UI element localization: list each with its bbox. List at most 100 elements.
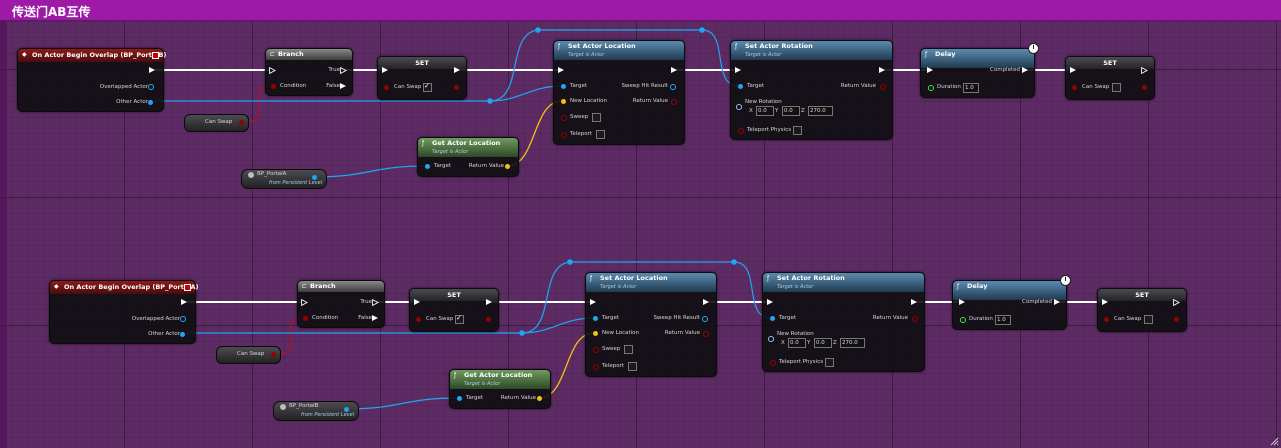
delay-completed-pin[interactable]	[1054, 299, 1060, 305]
new-location-pin[interactable]	[593, 331, 598, 336]
sar-exec-in[interactable]	[767, 299, 773, 305]
sweep-pin[interactable]	[561, 115, 567, 121]
sal-target-pin[interactable]	[593, 316, 598, 321]
event-exec-out[interactable]	[181, 299, 187, 305]
set-node-1-b[interactable]: SET Can Swap	[1065, 56, 1155, 100]
set-node-2-b[interactable]: SET Can Swap	[1097, 288, 1187, 332]
sar-exec-out[interactable]	[879, 67, 885, 73]
gal-target-pin[interactable]	[457, 396, 462, 401]
branch-exec-in[interactable]	[269, 67, 276, 74]
branch-node-2[interactable]: ⊏ Branch True Condition False	[297, 280, 385, 328]
sal-exec-in[interactable]	[590, 299, 596, 305]
sweep-hit-result-pin[interactable]	[702, 316, 708, 322]
set-node-1-a[interactable]: SET Can Swap	[377, 56, 467, 100]
portal-reference-pin[interactable]	[312, 175, 317, 180]
new-rotation-pin[interactable]	[768, 336, 774, 342]
duration-pin[interactable]	[928, 85, 934, 91]
branch-false-pin[interactable]	[340, 83, 346, 89]
other-actor-pin[interactable]	[180, 332, 185, 337]
gal-return-value-pin[interactable]	[505, 164, 510, 169]
set-actor-location-node-1[interactable]: ƒ Set Actor Location Target is Actor Target…	[553, 40, 685, 145]
branch-true-pin[interactable]	[340, 67, 347, 74]
can-swap-out-pin[interactable]	[1174, 317, 1179, 322]
event-exec-out[interactable]	[149, 67, 155, 73]
set-actor-location-node-2[interactable]: ƒ Set Actor Location Target is Actor Target…	[585, 272, 717, 377]
sal-return-value-pin[interactable]	[703, 331, 709, 337]
set-actor-rotation-node-2[interactable]: ƒ Set Actor Rotation Target is Actor Target…	[762, 272, 925, 372]
sal-return-value-pin[interactable]	[671, 99, 677, 105]
get-actor-location-node-1[interactable]: ƒ Get Actor Location Target is Actor Target…	[417, 137, 519, 177]
teleport-physics-pin[interactable]	[738, 128, 744, 134]
can-swap-out-pin[interactable]	[1142, 85, 1147, 90]
delay-exec-in[interactable]	[959, 299, 965, 305]
sar-return-value-pin[interactable]	[880, 84, 886, 90]
sweep-checkbox[interactable]	[624, 345, 633, 354]
set-exec-in[interactable]	[382, 67, 388, 73]
event-node-1[interactable]: ◆ On Actor Begin Overlap (BP_PortalB) Over…	[17, 48, 166, 112]
can-swap-out-pin[interactable]	[454, 85, 459, 90]
teleport-pin[interactable]	[561, 132, 567, 138]
can-swap-checkbox[interactable]	[1144, 315, 1153, 324]
branch-exec-in[interactable]	[301, 299, 308, 306]
teleport-physics-checkbox[interactable]	[793, 126, 802, 135]
branch-true-pin[interactable]	[372, 299, 379, 306]
event-node-2[interactable]: ◆ On Actor Begin Overlap (BP_PortalA) Over…	[49, 280, 198, 344]
duration-field[interactable]: 1.0	[995, 315, 1011, 325]
teleport-checkbox[interactable]	[628, 362, 637, 371]
teleport-physics-checkbox[interactable]	[825, 358, 834, 367]
overlapped-actor-pin[interactable]	[148, 84, 154, 90]
rotation-x-field[interactable]: 0.0	[788, 338, 806, 348]
sar-target-pin[interactable]	[770, 316, 775, 321]
set-exec-out[interactable]	[1141, 67, 1148, 74]
other-actor-pin[interactable]	[148, 100, 153, 105]
sweep-checkbox[interactable]	[592, 113, 601, 122]
gal-target-pin[interactable]	[425, 164, 430, 169]
can-swap-getter-pin[interactable]	[239, 120, 244, 125]
can-swap-checkbox[interactable]	[1112, 83, 1121, 92]
get-actor-location-node-2[interactable]: ƒ Get Actor Location Target is Actor Target…	[449, 369, 551, 409]
branch-false-pin[interactable]	[372, 315, 378, 321]
rotation-z-field[interactable]: 270.0	[840, 338, 865, 348]
rotation-y-field[interactable]: 0.0	[782, 106, 800, 116]
can-swap-out-pin[interactable]	[486, 317, 491, 322]
delegate-pin[interactable]	[152, 52, 159, 59]
sar-target-pin[interactable]	[738, 84, 743, 89]
set-node-2-a[interactable]: SET Can Swap	[409, 288, 499, 332]
sar-exec-in[interactable]	[735, 67, 741, 73]
rotation-x-field[interactable]: 0.0	[756, 106, 774, 116]
set-exec-in[interactable]	[1102, 299, 1108, 305]
overlapped-actor-pin[interactable]	[180, 316, 186, 322]
set-actor-rotation-node-1[interactable]: ƒ Set Actor Rotation Target is Actor Target…	[730, 40, 893, 140]
sal-exec-in[interactable]	[558, 67, 564, 73]
portal-reference-pin[interactable]	[344, 407, 349, 412]
can-swap-in-pin[interactable]	[1072, 85, 1077, 90]
sal-exec-out[interactable]	[703, 299, 709, 305]
set-exec-in[interactable]	[1070, 67, 1076, 73]
portal-reference-1[interactable]: BP_PortalA from Persistent Level	[241, 169, 327, 189]
teleport-physics-pin[interactable]	[770, 360, 776, 366]
delay-completed-pin[interactable]	[1022, 67, 1028, 73]
portal-reference-2[interactable]: BP_PortalB from Persistent Level	[273, 401, 359, 421]
rotation-z-field[interactable]: 270.0	[808, 106, 833, 116]
sweep-pin[interactable]	[593, 347, 599, 353]
branch-node-1[interactable]: ⊏ Branch True Condition False	[265, 48, 353, 96]
sar-return-value-pin[interactable]	[912, 316, 918, 322]
sar-exec-out[interactable]	[911, 299, 917, 305]
can-swap-in-pin[interactable]	[1104, 317, 1109, 322]
set-exec-out[interactable]	[486, 299, 492, 305]
gal-return-value-pin[interactable]	[537, 396, 542, 401]
delay-exec-in[interactable]	[927, 67, 933, 73]
can-swap-getter-1[interactable]: Can Swap	[184, 114, 249, 132]
can-swap-getter-2[interactable]: Can Swap	[216, 346, 281, 364]
can-swap-checkbox[interactable]	[423, 82, 432, 92]
can-swap-checkbox[interactable]	[455, 314, 464, 324]
delegate-pin[interactable]	[184, 284, 191, 291]
teleport-pin[interactable]	[593, 364, 599, 370]
duration-field[interactable]: 1.0	[963, 83, 979, 93]
can-swap-in-pin[interactable]	[416, 317, 421, 322]
branch-condition-pin[interactable]	[303, 316, 308, 321]
set-exec-out[interactable]	[454, 67, 460, 73]
teleport-checkbox[interactable]	[596, 130, 605, 139]
rotation-y-field[interactable]: 0.0	[814, 338, 832, 348]
resize-grip-icon[interactable]	[1269, 436, 1279, 446]
